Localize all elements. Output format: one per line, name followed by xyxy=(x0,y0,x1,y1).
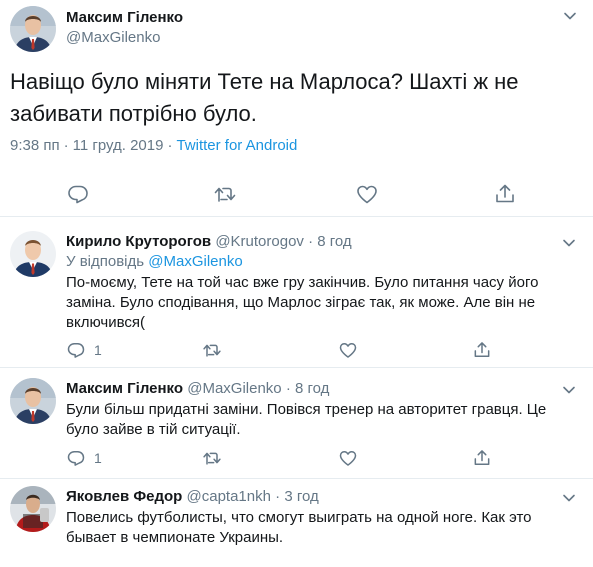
reply-to-mention[interactable]: @MaxGilenko xyxy=(148,253,242,270)
chevron-down-icon[interactable] xyxy=(562,236,576,250)
author-handle[interactable]: @Krutorogov xyxy=(215,233,304,250)
tweet-time[interactable]: 8 год xyxy=(317,233,351,250)
tweet-text: Повелись футболисты, что смогут выиграть… xyxy=(66,509,532,546)
avatar[interactable] xyxy=(10,6,56,52)
author-handle[interactable]: @capta1nkh xyxy=(187,488,271,505)
tweet-time[interactable]: 3 год xyxy=(284,488,318,505)
reply-tweet[interactable]: Максим Гіленко @MaxGilenko · 8 год Були … xyxy=(0,368,593,479)
chevron-down-icon[interactable] xyxy=(562,491,576,505)
reply-to-line: У відповідь @MaxGilenko xyxy=(66,253,243,270)
main-tweet: Максим Гіленко @MaxGilenko Навіщо було м… xyxy=(0,0,593,217)
reply-icon[interactable] xyxy=(66,448,86,468)
author-name[interactable]: Кирило Круторогов xyxy=(66,233,211,250)
tweet-text: Були більш придатні заміни. Повівся трен… xyxy=(66,401,547,438)
author-name[interactable]: Яковлев Федор xyxy=(66,488,182,505)
reply-header: Максим Гіленко @MaxGilenko · 8 год xyxy=(66,380,329,397)
avatar[interactable] xyxy=(10,486,56,532)
share-icon[interactable] xyxy=(472,448,492,468)
avatar[interactable] xyxy=(10,231,56,277)
reply-tweet[interactable]: Кирило Круторогов @Krutorogov · 8 год У … xyxy=(0,217,593,368)
tweet-actions: 1 xyxy=(66,448,536,470)
reply-icon[interactable] xyxy=(66,340,86,360)
share-icon[interactable] xyxy=(493,182,517,206)
tweet-text: По-моєму, Тете на той час вже гру закінч… xyxy=(66,274,539,331)
tweet-meta: 9:38 пп · 11 груд. 2019 · Twitter for Androi… xyxy=(10,137,297,154)
separator: · xyxy=(308,233,314,250)
chevron-down-icon[interactable] xyxy=(562,383,576,397)
retweet-icon[interactable] xyxy=(213,182,237,206)
reply-count: 1 xyxy=(94,450,102,466)
like-icon[interactable] xyxy=(355,182,379,206)
reply-header: Яковлев Федор @capta1nkh · 3 год xyxy=(66,488,319,505)
tweet-date[interactable]: 11 груд. 2019 xyxy=(73,137,164,154)
author-handle[interactable]: @MaxGilenko xyxy=(66,29,160,46)
author-handle[interactable]: @MaxGilenko xyxy=(187,380,281,397)
reply-header: Кирило Круторогов @Krutorogov · 8 год xyxy=(66,233,352,250)
separator: · xyxy=(63,137,69,154)
tweet-source-link[interactable]: Twitter for Android xyxy=(176,137,297,154)
separator: · xyxy=(275,488,281,505)
author-name[interactable]: Максим Гіленко xyxy=(66,380,183,397)
retweet-icon[interactable] xyxy=(202,340,222,360)
tweet-actions: 1 xyxy=(66,340,536,362)
like-icon[interactable] xyxy=(338,340,358,360)
tweet-time[interactable]: 9:38 пп xyxy=(10,137,60,154)
separator: · xyxy=(167,137,173,154)
author-name[interactable]: Максим Гіленко xyxy=(66,9,183,26)
tweet-text: Навіщо було міняти Тете на Марлоса? Шахт… xyxy=(10,69,519,126)
reply-tweet[interactable]: Яковлев Федор @capta1nkh · 3 год Повелис… xyxy=(0,479,593,567)
separator: · xyxy=(285,380,291,397)
chevron-down-icon[interactable] xyxy=(563,9,577,23)
retweet-icon[interactable] xyxy=(202,448,222,468)
reply-to-prefix: У відповідь xyxy=(66,253,145,270)
reply-icon[interactable] xyxy=(66,182,90,206)
share-icon[interactable] xyxy=(472,340,492,360)
tweet-time[interactable]: 8 год xyxy=(295,380,329,397)
like-icon[interactable] xyxy=(338,448,358,468)
tweet-actions xyxy=(0,178,593,210)
avatar[interactable] xyxy=(10,378,56,424)
reply-count: 1 xyxy=(94,342,102,358)
